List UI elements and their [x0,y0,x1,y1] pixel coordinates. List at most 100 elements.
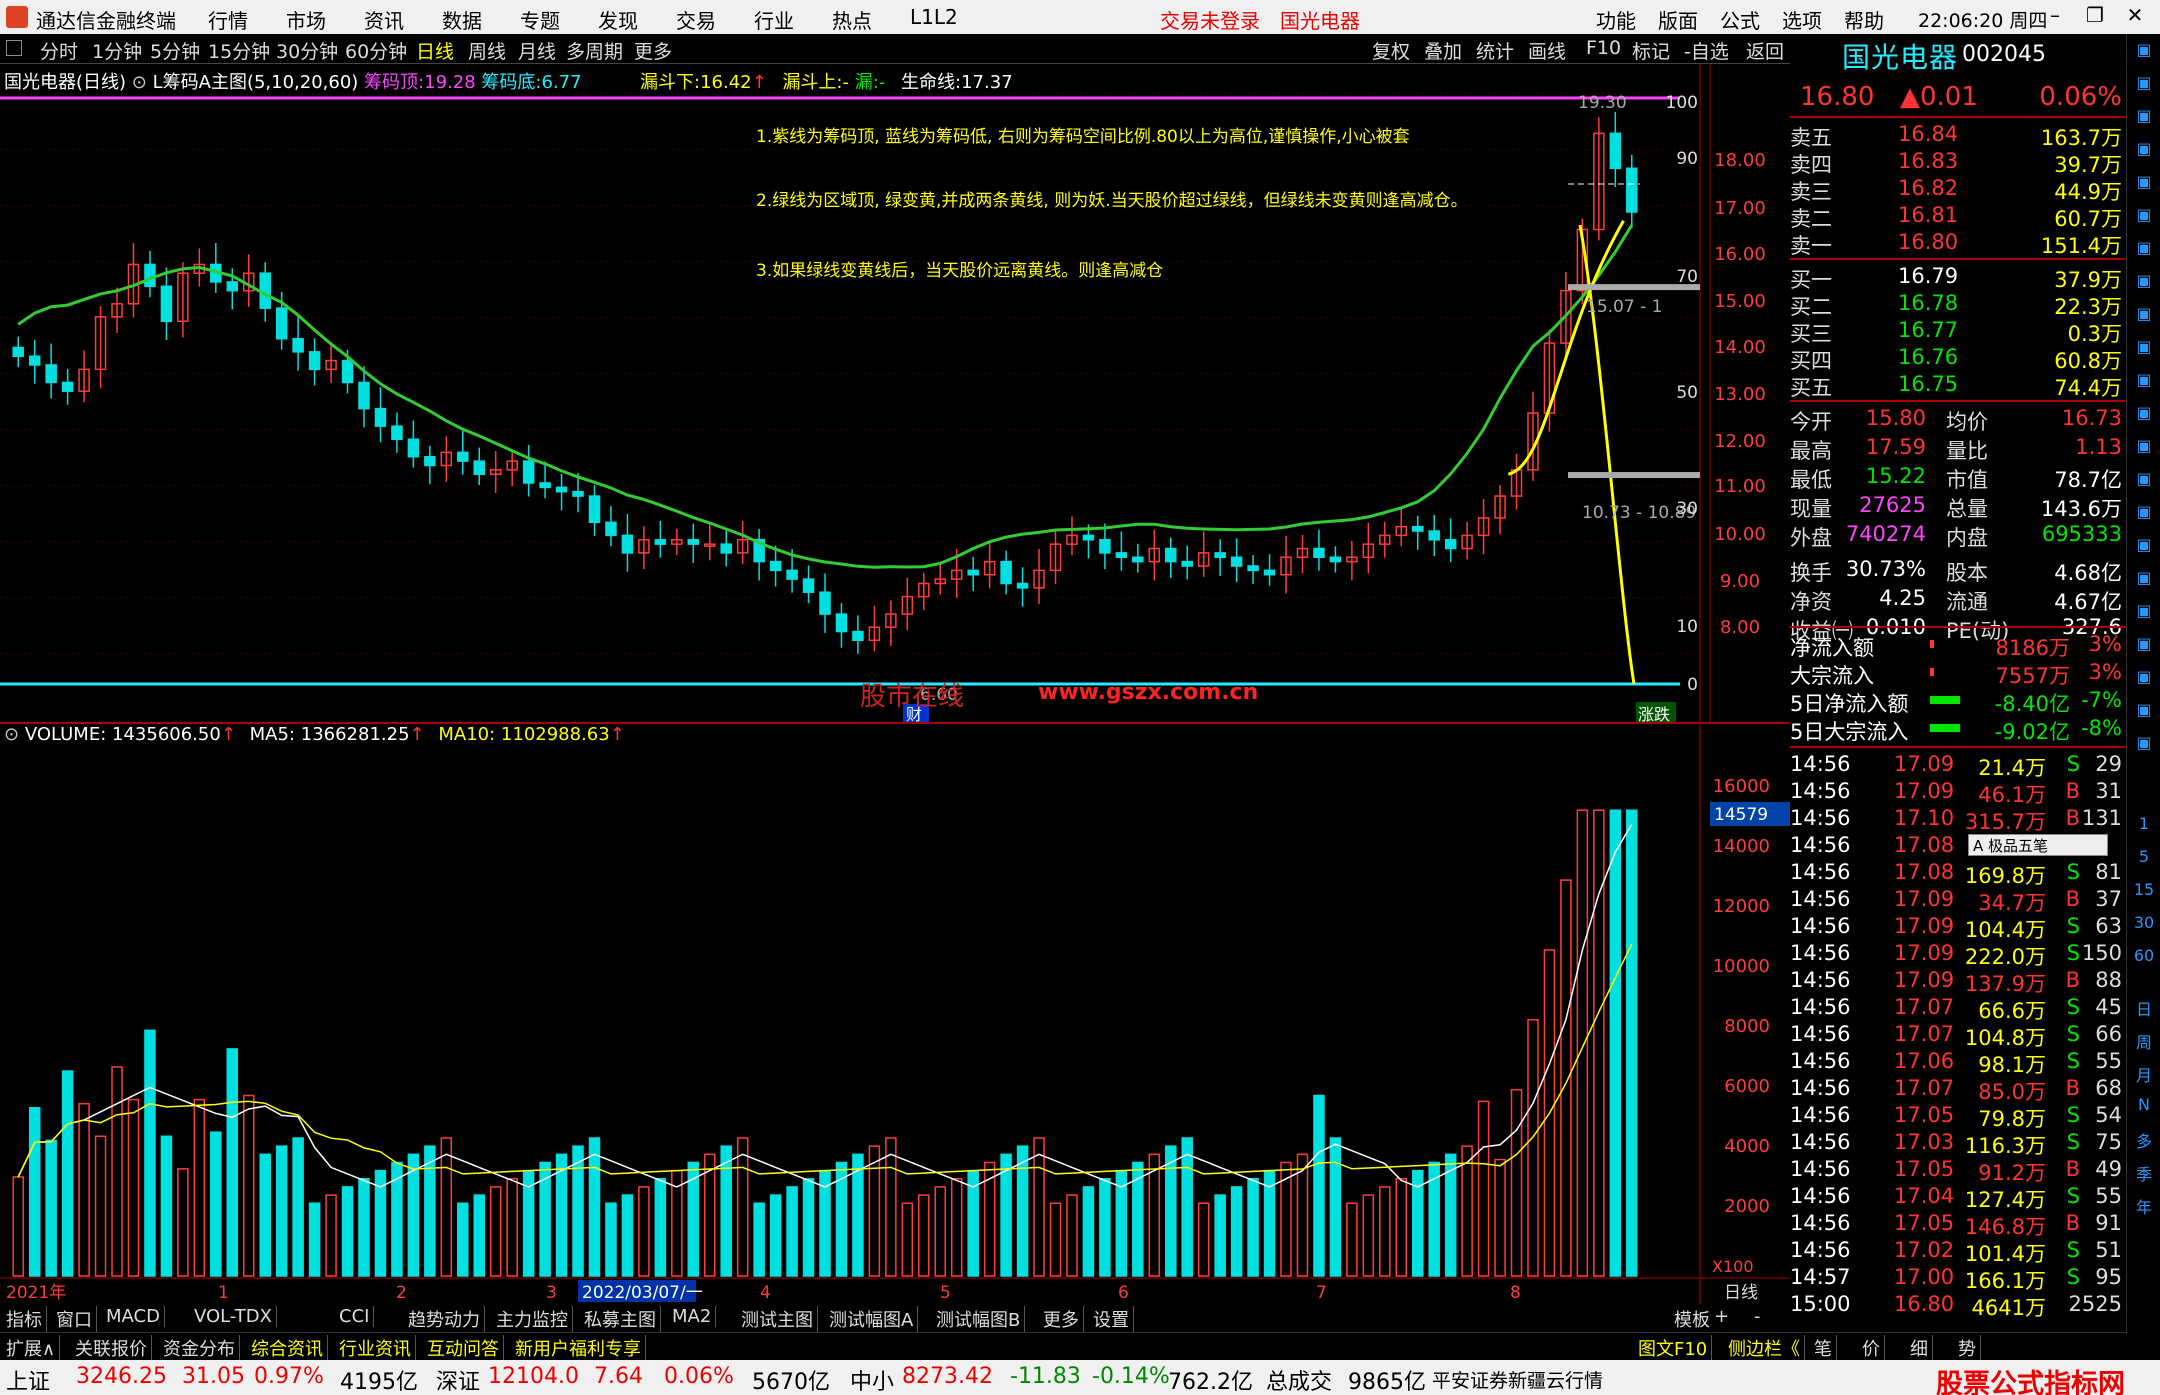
side-tab-4[interactable]: 细 [1906,1335,1933,1361]
list-icon[interactable]: ▣ [2131,205,2157,227]
info-tab-4[interactable]: 行业资讯 [335,1335,416,1361]
info-tab-3[interactable]: 综合资讯 [247,1335,328,1361]
menu-1[interactable]: 市场 [286,5,326,34]
indicator-tab-2[interactable]: MACD [102,1306,165,1327]
side-tab-1[interactable]: 侧边栏《 [1724,1335,1805,1361]
main-chart[interactable]: 19.30 15.07 - 1 10.73 - 10.89 6.60 财涨跌 18.00 1… [0,64,1790,724]
toolbar-btn-5[interactable]: 标记 [1632,37,1670,64]
indicator-tab-11[interactable]: 测试幅图B [932,1306,1026,1332]
menu-2[interactable]: 资讯 [364,5,404,34]
side-tab-5[interactable]: 势 [1954,1335,1981,1361]
period-6[interactable]: 日线 [416,37,454,64]
indicator-tab-12[interactable]: 更多 [1039,1306,1084,1332]
info-tab-5[interactable]: 互动问答 [423,1335,504,1361]
info-tab-6[interactable]: 新用户福利专享 [511,1335,646,1361]
period-8[interactable]: 月线 [518,37,556,64]
compass-icon[interactable]: ▣ [2131,601,2157,623]
fund-icon[interactable]: ▣ [2131,304,2157,326]
toolbar-btn-1[interactable]: 叠加 [1424,37,1462,64]
toolbar-btn-6[interactable]: -自选 [1684,37,1729,64]
right-menu-1[interactable]: 版面 [1658,5,1698,34]
clipboard-icon[interactable]: ▣ [2131,106,2157,128]
period-10[interactable]: 更多 [634,37,672,64]
info-icon[interactable]: ▣ [2131,733,2157,755]
toolbar-btn-3[interactable]: 画线 [1528,37,1566,64]
candlestick-chart[interactable]: 19.3015.07 - 110.73 - 10.896.60财 涨跌18.001… [0,64,1790,724]
toolbar-btn-2[interactable]: 统计 [1476,37,1514,64]
side-tab-2[interactable]: 笔 [1810,1335,1837,1361]
side-label-3[interactable]: N [2131,1095,2157,1117]
info-tab-1[interactable]: 关联报价 [71,1335,152,1361]
template-btn-2[interactable]: - [1750,1306,1765,1327]
period-7[interactable]: 周线 [468,37,506,64]
alert-icon[interactable]: ▣ [2131,700,2157,722]
side-period-4[interactable]: 60 [2131,946,2157,968]
side-label-4[interactable]: 多 [2131,1128,2157,1151]
page-icon[interactable]: ▣ [2131,238,2157,260]
side-tab-0[interactable]: 图文F10 [1634,1335,1713,1361]
arrow-up-icon[interactable]: ▣ [2131,40,2157,62]
tile-icon[interactable]: ▣ [2131,370,2157,392]
right-menu-4[interactable]: 帮助 [1844,5,1884,34]
indicator-tab-5[interactable]: 趋势动力 [404,1306,485,1332]
side-label-0[interactable]: 日 [2131,996,2157,1019]
table-icon[interactable]: ▣ [2131,271,2157,293]
side-period-3[interactable]: 30 [2131,913,2157,935]
indicator-tab-0[interactable]: 指标 [2,1306,47,1332]
indicator-tab-7[interactable]: 私募主图 [580,1306,661,1332]
folder-icon[interactable]: ▣ [2131,403,2157,425]
arrow-down-icon[interactable]: ▣ [2131,73,2157,95]
pen-icon[interactable]: ▣ [2131,634,2157,656]
period-4[interactable]: 30分钟 [276,37,338,64]
menu-6[interactable]: 交易 [676,5,716,34]
indicator-tab-4[interactable]: CCI [335,1306,375,1327]
indicator-tab-3[interactable]: VOL-TDX [190,1306,277,1327]
calc-icon[interactable]: ▣ [2131,436,2157,458]
list-icon[interactable]: ▣ [2131,172,2157,194]
globe-icon[interactable]: ▣ [2131,502,2157,524]
side-label-6[interactable]: 年 [2131,1194,2157,1217]
period-2[interactable]: 5分钟 [150,37,200,64]
period-9[interactable]: 多周期 [566,37,623,64]
right-menu-0[interactable]: 功能 [1596,5,1636,34]
template-btn-0[interactable]: 模板 [1670,1306,1714,1332]
side-period-2[interactable]: 15 [2131,880,2157,902]
fs-icon[interactable]: ▣ [2131,667,2157,689]
indicator-tab-8[interactable]: MA2 [668,1306,717,1327]
menu-5[interactable]: 发现 [598,5,638,34]
toolbar-btn-4[interactable]: F10 [1586,37,1621,59]
info-tab-0[interactable]: 扩展∧ [2,1335,61,1361]
period-3[interactable]: 15分钟 [208,37,270,64]
side-label-5[interactable]: 季 [2131,1161,2157,1184]
toolbar-btn-7[interactable]: 返回 [1746,37,1784,64]
menu-3[interactable]: 数据 [442,5,482,34]
side-label-1[interactable]: 周 [2131,1029,2157,1052]
period-5[interactable]: 60分钟 [345,37,407,64]
panel-toggle-icon[interactable] [6,40,22,56]
minimize-icon[interactable]: – [2040,3,2070,31]
indicator-tab-9[interactable]: 测试主图 [737,1306,818,1332]
menu-8[interactable]: 热点 [832,5,872,34]
ime-popup[interactable]: A 极品五笔 [1968,834,2108,856]
indicator-tab-10[interactable]: 测试幅图A [825,1306,919,1332]
period-0[interactable]: 分时 [40,37,78,64]
restore-icon[interactable]: ❐ [2080,3,2110,31]
info-tab-2[interactable]: 资金分布 [159,1335,240,1361]
login-status[interactable]: 交易未登录 [1160,5,1260,34]
indicator-tab-1[interactable]: 窗口 [52,1306,97,1332]
right-menu-3[interactable]: 选项 [1782,5,1822,34]
volume-bars[interactable]: 1600014000120001000080006000400020001457… [0,724,1790,1304]
side-tab-3[interactable]: 价 [1858,1335,1885,1361]
template-btn-1[interactable]: + [1710,1306,1733,1327]
volume-chart[interactable]: 16000 14000 12000 10000 8000 6000 4000 2000 1457… [0,724,1790,1304]
chart-icon[interactable]: ▣ [2131,139,2157,161]
side-period-1[interactable]: 5 [2131,847,2157,869]
rsi-icon[interactable]: ▣ [2131,568,2157,590]
indicator-tab-6[interactable]: 主力监控 [492,1306,573,1332]
refresh-icon[interactable]: ▣ [2131,535,2157,557]
side-label-2[interactable]: 月 [2131,1062,2157,1085]
menu-9[interactable]: L1L2 [910,5,958,34]
menu-0[interactable]: 行情 [208,5,248,34]
close-icon[interactable]: ✕ [2120,3,2150,31]
right-menu-2[interactable]: 公式 [1720,5,1760,34]
